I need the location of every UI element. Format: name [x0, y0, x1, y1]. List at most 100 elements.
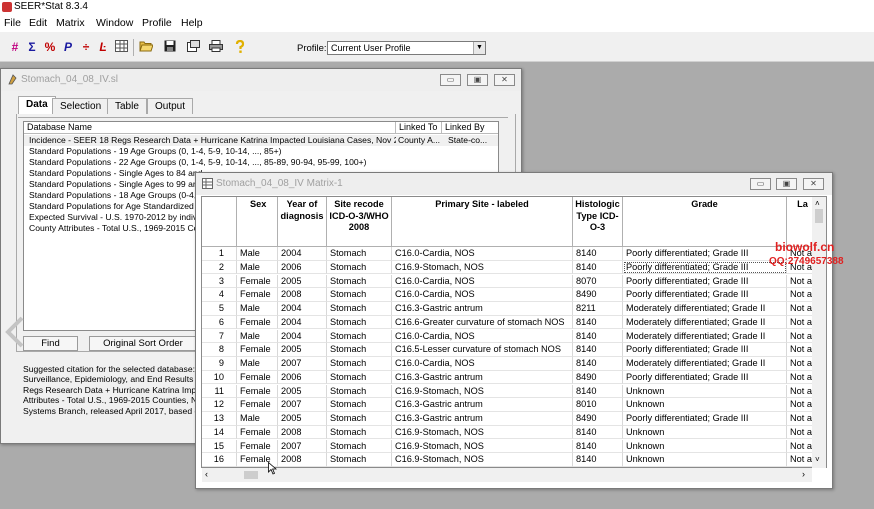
table-cell[interactable]: Stomach — [327, 315, 392, 330]
table-cell[interactable]: 2004 — [278, 329, 327, 344]
table-cell[interactable]: Female — [237, 288, 278, 302]
survival-icon[interactable]: Ŀ — [96, 40, 110, 55]
table-cell[interactable]: Unknown — [623, 453, 787, 467]
table-cell[interactable]: Unknown — [623, 384, 787, 399]
table-cell[interactable]: C16.0-Cardia, NOS — [392, 247, 573, 261]
row-number[interactable]: 12 — [202, 398, 237, 412]
table-cell[interactable]: Female — [237, 343, 278, 357]
table-cell[interactable]: 8140 — [573, 329, 623, 344]
table-cell[interactable]: Poorly differentiated; Grade III — [623, 343, 787, 357]
print-icon[interactable] — [209, 40, 223, 55]
database-row[interactable]: Standard Populations - 19 Age Groups (0,… — [24, 146, 498, 157]
horizontal-scroll-thumb[interactable] — [244, 471, 258, 479]
database-name-header[interactable]: Database Name — [24, 122, 396, 134]
table-cell[interactable]: Stomach — [327, 439, 392, 454]
table-cell[interactable]: 2008 — [278, 425, 327, 440]
table-cell[interactable]: 2007 — [278, 439, 327, 454]
table-cell[interactable]: 8140 — [573, 247, 623, 261]
table-cell[interactable]: Moderately differentiated; Grade II — [623, 329, 787, 344]
column-header[interactable]: Grade — [623, 197, 787, 247]
table-cell[interactable]: Stomach — [327, 412, 392, 426]
row-number[interactable]: 7 — [202, 329, 237, 344]
table-cell[interactable]: Stomach — [327, 302, 392, 316]
table-cell[interactable]: Male — [237, 357, 278, 371]
table-cell[interactable]: Moderately differentiated; Grade II — [623, 302, 787, 316]
tab-selection[interactable]: Selection — [52, 98, 110, 114]
maximize-button[interactable]: ▣ — [776, 178, 797, 190]
tab-table[interactable]: Table — [107, 98, 147, 114]
table-cell[interactable]: Female — [237, 370, 278, 385]
vertical-scroll-thumb[interactable] — [815, 209, 823, 223]
table-cell[interactable]: 2007 — [278, 357, 327, 371]
table-cell[interactable]: C16.0-Cardia, NOS — [392, 274, 573, 289]
table-cell[interactable]: C16.9-Stomach, NOS — [392, 453, 573, 467]
table-cell[interactable]: Stomach — [327, 453, 392, 467]
row-number[interactable]: 5 — [202, 302, 237, 316]
table-cell[interactable]: 2004 — [278, 302, 327, 316]
table-cell[interactable]: Female — [237, 384, 278, 399]
table-cell[interactable]: C16.3-Gastric antrum — [392, 370, 573, 385]
scroll-left-icon[interactable]: ‹ — [205, 469, 208, 479]
row-number[interactable]: 4 — [202, 288, 237, 302]
table-cell[interactable]: Unknown — [623, 425, 787, 440]
table-cell[interactable]: Unknown — [623, 398, 787, 412]
table-cell[interactable]: 8140 — [573, 453, 623, 467]
table-cell[interactable]: C16.9-Stomach, NOS — [392, 425, 573, 440]
table-cell[interactable]: Female — [237, 439, 278, 454]
table-cell[interactable]: Female — [237, 274, 278, 289]
scroll-right-icon[interactable]: › — [802, 469, 805, 479]
scroll-up-icon[interactable]: ˄ — [815, 199, 820, 208]
table-cell[interactable]: 2008 — [278, 288, 327, 302]
row-number[interactable]: 14 — [202, 425, 237, 440]
tab-output[interactable]: Output — [147, 98, 194, 114]
column-header[interactable]: Primary Site - labeled — [392, 197, 573, 247]
table-cell[interactable]: 8211 — [573, 302, 623, 316]
rate-icon[interactable]: P — [61, 40, 75, 55]
column-header[interactable]: Histologic Type ICD-O-3 — [573, 197, 623, 247]
percent-icon[interactable]: % — [43, 40, 57, 55]
table-cell[interactable]: 8140 — [573, 260, 623, 275]
linked-to-header[interactable]: Linked To — [396, 122, 442, 134]
table-cell[interactable]: Female — [237, 398, 278, 412]
table-cell[interactable]: Male — [237, 329, 278, 344]
table-cell[interactable]: 2004 — [278, 247, 327, 261]
original-sort-order-button[interactable]: Original Sort Order — [89, 336, 197, 351]
table-cell[interactable]: 2008 — [278, 453, 327, 467]
table-cell[interactable]: 8140 — [573, 315, 623, 330]
vertical-scrollbar[interactable]: ˄ ˅ — [812, 197, 826, 468]
table-cell[interactable]: Poorly differentiated; Grade III — [623, 412, 787, 426]
sum-icon[interactable]: Σ — [25, 40, 39, 55]
table-cell[interactable]: Poorly differentiated; Grade III — [623, 260, 787, 275]
row-number[interactable]: 10 — [202, 370, 237, 385]
table-cell[interactable]: 8070 — [573, 274, 623, 289]
table-cell[interactable]: Stomach — [327, 357, 392, 371]
table-cell[interactable]: Stomach — [327, 274, 392, 289]
row-number[interactable]: 1 — [202, 247, 237, 261]
row-number[interactable]: 6 — [202, 315, 237, 330]
close-button[interactable]: ✕ — [803, 178, 824, 190]
table-cell[interactable]: Stomach — [327, 288, 392, 302]
row-number[interactable]: 16 — [202, 453, 237, 467]
table-cell[interactable]: Moderately differentiated; Grade II — [623, 357, 787, 371]
table-cell[interactable]: Poorly differentiated; Grade III — [623, 274, 787, 289]
row-number[interactable]: 8 — [202, 343, 237, 357]
table-cell[interactable]: C16.9-Stomach, NOS — [392, 384, 573, 399]
table-cell[interactable]: 2005 — [278, 412, 327, 426]
table-cell[interactable]: Stomach — [327, 384, 392, 399]
table-cell[interactable]: Stomach — [327, 247, 392, 261]
minimize-button[interactable]: ▭ — [440, 74, 461, 86]
profile-select[interactable]: Current User Profile ▼ — [327, 41, 486, 55]
table-cell[interactable]: Poorly differentiated; Grade III — [623, 370, 787, 385]
matrix-grid[interactable]: Sex Year of diagnosis Site recode ICD-O-3/… — [201, 196, 827, 468]
table-cell[interactable]: 8140 — [573, 425, 623, 440]
scroll-down-icon[interactable]: ˅ — [815, 455, 820, 464]
table-cell[interactable]: Stomach — [327, 425, 392, 440]
table-cell[interactable]: C16.6-Greater curvature of stomach NOS — [392, 315, 573, 330]
table-cell[interactable]: Moderately differentiated; Grade II — [623, 315, 787, 330]
grid-corner[interactable] — [202, 197, 237, 247]
table-cell[interactable]: C16.3-Gastric antrum — [392, 302, 573, 316]
horizontal-scrollbar[interactable]: ‹ › — [202, 468, 812, 482]
table-cell[interactable]: 8490 — [573, 288, 623, 302]
table-cell[interactable]: Stomach — [327, 398, 392, 412]
table-cell[interactable]: 8490 — [573, 370, 623, 385]
